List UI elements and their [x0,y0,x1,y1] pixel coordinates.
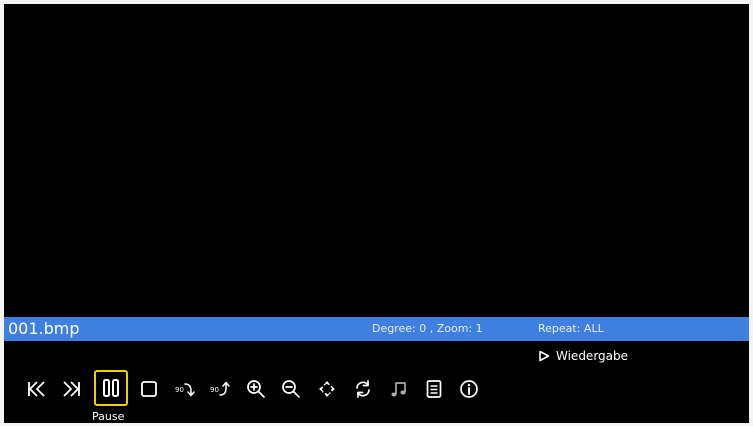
filename-label: 001.bmp [8,319,80,338]
zoom-in-button[interactable] [242,375,270,403]
media-player-screen: 001.bmp Degree: 0 , Zoom: 1 Repeat: ALL … [4,4,749,423]
rotate-right-degree-text: 90 [175,386,184,394]
stop-icon [141,381,157,397]
zoom-out-button[interactable] [277,375,305,403]
next-button[interactable] [58,375,86,403]
skip-next-icon [63,381,80,397]
zoom-out-icon [282,380,300,398]
pause-button[interactable] [94,370,128,406]
play-outline-icon [539,350,550,362]
refresh-button[interactable] [349,375,377,403]
stop-button[interactable] [135,375,163,403]
info-bar: 001.bmp Degree: 0 , Zoom: 1 Repeat: ALL [4,317,749,341]
rotate-right-button[interactable]: 90 [171,375,199,403]
refresh-icon [356,380,370,398]
playback-hint: Wiedergabe [538,347,628,365]
rotate-left-degree-text: 90 [210,386,219,394]
degree-zoom-status: Degree: 0 , Zoom: 1 [372,322,483,335]
control-bar: 90 90 [4,370,749,410]
music-note-icon [391,382,406,397]
selected-control-label: Pause [92,410,125,423]
info-button[interactable] [455,375,483,403]
move-button[interactable] [313,375,341,403]
music-button[interactable] [385,375,413,403]
zoom-in-icon [247,380,265,398]
rotate-90-clockwise-icon: 90 [175,383,195,397]
rotate-left-button[interactable]: 90 [206,375,234,403]
playlist-button[interactable] [420,375,448,403]
move-arrows-icon [319,381,335,397]
skip-previous-icon [28,381,45,397]
list-document-icon [426,380,442,398]
rotate-90-counterclockwise-icon: 90 [210,381,230,396]
info-icon [460,380,478,398]
pause-icon [103,379,119,397]
repeat-status: Repeat: ALL [538,322,604,335]
previous-button[interactable] [22,375,50,403]
image-viewport [4,4,749,317]
playback-hint-label: Wiedergabe [556,349,629,363]
